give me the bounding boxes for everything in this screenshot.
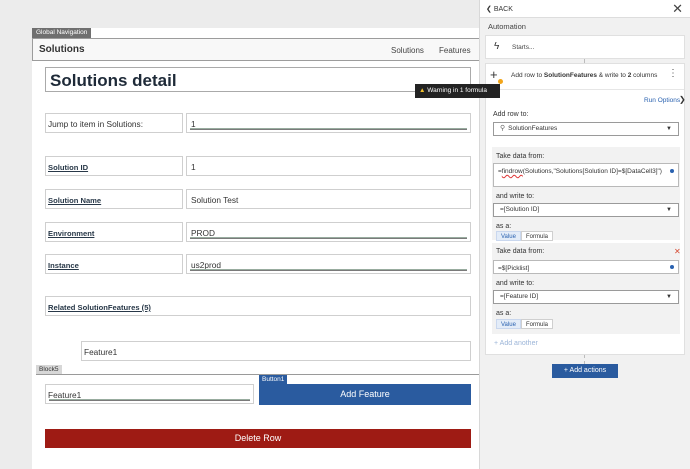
lightning-icon: ϟ	[494, 41, 500, 52]
and-write-label-1: and write to:	[496, 193, 535, 200]
feature-input[interactable]: Feature1	[45, 384, 254, 404]
jump-to-underline	[190, 128, 467, 130]
instance-label-box: Instance	[45, 254, 183, 274]
top-navigation-bar: Solutions Solutions Features	[32, 38, 484, 61]
chevron-left-icon: ❮	[486, 6, 494, 13]
step-title-suffix: columns	[631, 72, 658, 79]
and-write-label-2: and write to:	[496, 280, 535, 287]
connector-line	[584, 355, 585, 364]
jump-to-label-box: Jump to item in Solutions:	[45, 113, 183, 133]
solution-name-value: Solution Test	[191, 195, 239, 205]
trigger-step-text: Starts...	[512, 44, 535, 51]
solution-id-field[interactable]: 1	[186, 156, 471, 176]
add-actions-label: Add actions	[569, 367, 607, 374]
type-value-chip-1[interactable]: Value	[496, 231, 521, 241]
add-another-button[interactable]: + Add another	[494, 340, 538, 347]
type-formula-chip-1[interactable]: Formula	[521, 231, 554, 241]
type-formula-chip-2[interactable]: Formula	[521, 319, 554, 329]
instance-label: Instance	[48, 261, 79, 270]
column-select-2-value: =[Feature ID]	[500, 293, 539, 300]
table-select-value: SolutionFeatures	[508, 125, 558, 132]
nav-link-features[interactable]: Features	[439, 46, 471, 55]
page-title: Solutions detail	[50, 71, 177, 90]
jump-to-label: Jump to item in Solutions:	[48, 119, 143, 129]
add-actions-button[interactable]: + Add actions	[552, 364, 618, 378]
back-label: BACK	[493, 6, 513, 13]
nav-link-solutions[interactable]: Solutions	[391, 46, 424, 55]
table-select[interactable]: ⚲ SolutionFeatures ▼	[493, 122, 679, 136]
add-another-label: Add another	[499, 340, 538, 347]
step-title-table: SolutionFeatures	[543, 72, 597, 79]
jump-to-input[interactable]: 1	[186, 113, 471, 133]
add-feature-button[interactable]: Add Feature	[259, 384, 471, 405]
solution-id-value: 1	[191, 162, 196, 172]
warning-tooltip: ▲ Warning in 1 formula field	[415, 84, 500, 108]
formula-status-dot	[670, 265, 674, 269]
delete-row-button[interactable]: Delete Row	[45, 429, 471, 448]
panel-title: Automation	[488, 22, 526, 31]
add-row-to-label: Add row to:	[493, 111, 529, 118]
automation-panel: ❮ BACK ✕ Automation ϟ Starts... + Add ro…	[479, 0, 690, 469]
add-row-step-card[interactable]: + Add row to SolutionFeatures & write to…	[485, 63, 686, 355]
block-tag[interactable]: Block5	[36, 365, 62, 374]
as-a-label-1: as a:	[496, 223, 512, 230]
caret-down-icon: ▼	[666, 294, 672, 300]
solution-id-label: Solution ID	[48, 163, 89, 172]
type-value-chip-2[interactable]: Value	[496, 319, 521, 329]
formula-status-dot	[670, 169, 674, 173]
solution-name-label: Solution Name	[48, 196, 102, 205]
environment-underline	[190, 237, 467, 239]
related-item-label: Feature1	[84, 347, 118, 357]
environment-field[interactable]: PROD	[186, 222, 471, 242]
formula-input-1[interactable]: =findrow(Solutions,"Solutions[Solution I…	[493, 163, 679, 187]
step-title-middle: & write to	[596, 72, 628, 79]
nav-brand[interactable]: Solutions	[39, 44, 85, 55]
related-features-label[interactable]: Related SolutionFeatures (5)	[48, 303, 151, 312]
page-title-box: Solutions detail	[45, 67, 471, 92]
instance-field[interactable]: us2prod	[186, 254, 471, 274]
panel-header: ❮ BACK ✕	[480, 0, 690, 18]
solution-id-label-box: Solution ID	[45, 156, 183, 176]
formula-1-fn: findrow	[501, 168, 523, 175]
column-select-1[interactable]: =[Solution ID] ▼	[493, 203, 679, 217]
environment-label: Environment	[48, 229, 95, 238]
formula-2-text: =$[Picklist]	[498, 265, 530, 272]
step-title: Add row to SolutionFeatures & write to 2…	[511, 72, 657, 79]
trigger-step[interactable]: ϟ Starts...	[485, 35, 685, 59]
remove-mapping-icon[interactable]: ✕	[674, 247, 681, 256]
related-features-header: Related SolutionFeatures (5)	[45, 296, 471, 316]
caret-down-icon: ▼	[666, 126, 672, 132]
step-title-prefix: Add row to	[511, 72, 544, 79]
solution-name-label-box: Solution Name	[45, 189, 183, 209]
warning-icon: ▲	[419, 87, 426, 94]
card-divider	[486, 89, 684, 90]
button-tag[interactable]: Button1	[259, 375, 288, 384]
column-select-1-value: =[Solution ID]	[500, 206, 540, 213]
search-icon: ⚲	[500, 125, 506, 132]
solution-name-field[interactable]: Solution Test	[186, 189, 471, 209]
as-a-label-2: as a:	[496, 310, 512, 317]
take-data-label-2: Take data from:	[496, 248, 545, 255]
formula-input-2[interactable]: =$[Picklist]	[493, 260, 679, 274]
feature-input-underline	[49, 399, 250, 401]
column-select-2[interactable]: =[Feature ID] ▼	[493, 290, 679, 304]
related-list-item[interactable]: Feature1	[81, 341, 471, 361]
environment-label-box: Environment	[45, 222, 183, 242]
instance-underline	[190, 269, 467, 271]
plus-icon: +	[490, 67, 498, 82]
global-navigation-tag[interactable]: Global Navigation	[32, 28, 92, 38]
formula-1-rest: (Solutions,"Solutions[Solution ID]=$[Dat…	[522, 168, 662, 175]
take-data-label-1: Take data from:	[496, 153, 545, 160]
back-button[interactable]: ❮ BACK	[486, 5, 513, 13]
more-options-icon[interactable]: ⋮	[668, 68, 678, 79]
chevron-right-icon[interactable]: ❯	[679, 95, 686, 104]
close-icon[interactable]: ✕	[672, 1, 683, 17]
caret-down-icon: ▼	[666, 207, 672, 213]
run-options-link[interactable]: Run Options	[644, 97, 680, 104]
